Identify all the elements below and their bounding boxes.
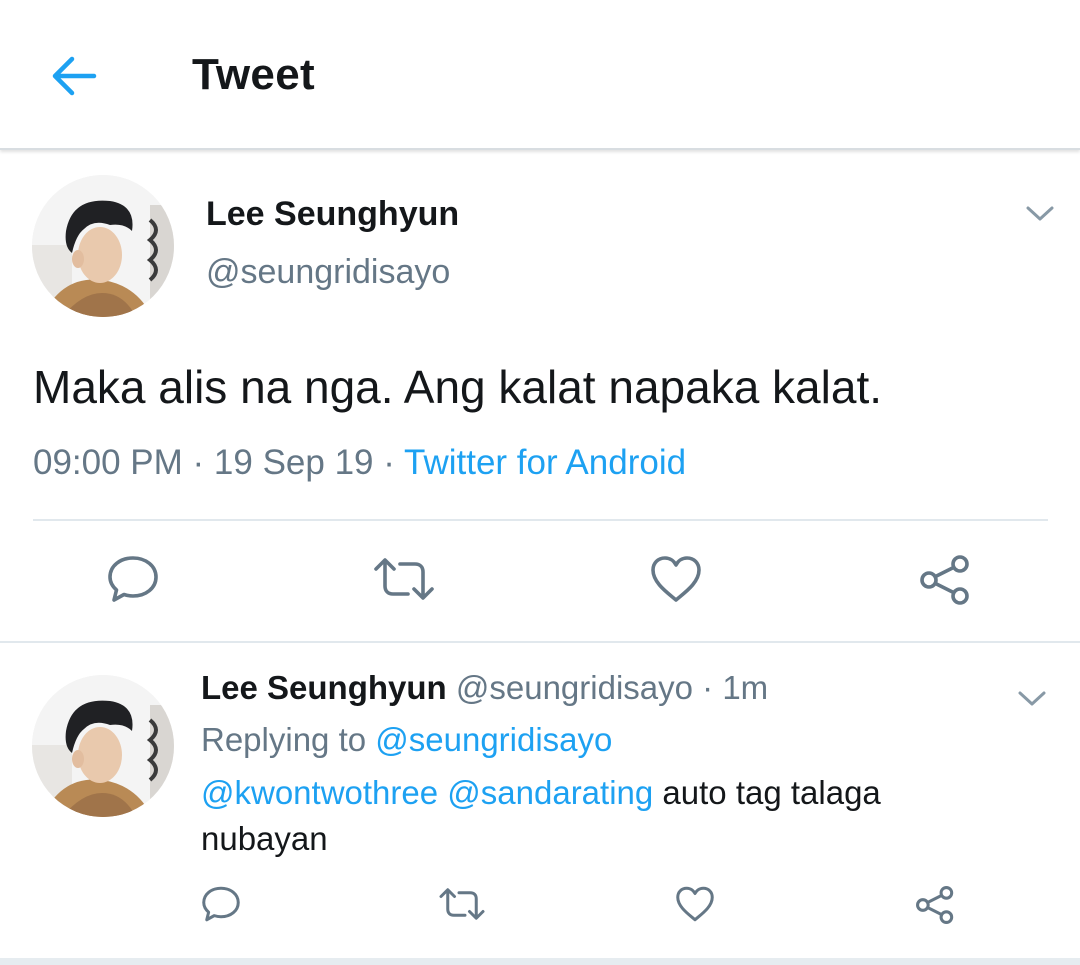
replying-to-line: Replying to @seungridisayo <box>201 721 612 759</box>
page-title: Tweet <box>192 50 315 99</box>
reply-header: Lee Seunghyun @seungridisayo · 1m <box>201 669 768 707</box>
reply-time: 1m <box>722 669 769 706</box>
mention-link[interactable]: @sandarating <box>447 774 653 811</box>
meta-separator: · <box>182 443 214 482</box>
share-icon[interactable] <box>913 884 957 931</box>
arrow-left-icon[interactable] <box>46 48 102 104</box>
reply-text: @kwontwothree @sandarating auto tag tala… <box>201 770 961 862</box>
like-icon[interactable] <box>674 884 716 929</box>
tweet-date: 19 Sep 19 <box>213 443 374 482</box>
tweet-text: Maka alis na nga. Ang kalat napaka kalat… <box>33 361 883 413</box>
reply-icon[interactable] <box>105 553 161 610</box>
retweet-icon[interactable] <box>372 553 436 610</box>
reply-author-handle[interactable]: @seungridisayo <box>456 669 693 706</box>
author-handle[interactable]: @seungridisayo <box>206 253 450 292</box>
chevron-down-icon[interactable] <box>1020 198 1060 228</box>
tweet-source-link[interactable]: Twitter for Android <box>404 443 686 482</box>
replying-prefix: Replying to <box>201 721 376 758</box>
avatar[interactable] <box>32 675 174 817</box>
divider <box>0 958 1080 965</box>
tweet-meta: 09:00 PM · 19 Sep 19 · Twitter for Andro… <box>33 443 686 483</box>
reply-icon[interactable] <box>200 884 242 929</box>
share-icon[interactable] <box>916 553 974 612</box>
reply-author-name[interactable]: Lee Seunghyun <box>201 669 447 706</box>
chevron-down-icon[interactable] <box>1012 683 1052 713</box>
meta-separator: · <box>373 443 404 482</box>
like-icon[interactable] <box>648 553 704 610</box>
divider <box>33 519 1048 521</box>
mention-link[interactable]: @kwontwothree <box>201 774 438 811</box>
retweet-icon[interactable] <box>438 884 486 929</box>
divider <box>0 641 1080 643</box>
replying-to-link[interactable]: @seungridisayo <box>375 721 612 758</box>
avatar[interactable] <box>32 175 174 317</box>
top-app-bar: Tweet <box>0 0 1080 150</box>
tweet-time: 09:00 PM <box>33 443 183 482</box>
author-name[interactable]: Lee Seunghyun <box>206 195 459 234</box>
meta-separator: · <box>693 669 723 706</box>
